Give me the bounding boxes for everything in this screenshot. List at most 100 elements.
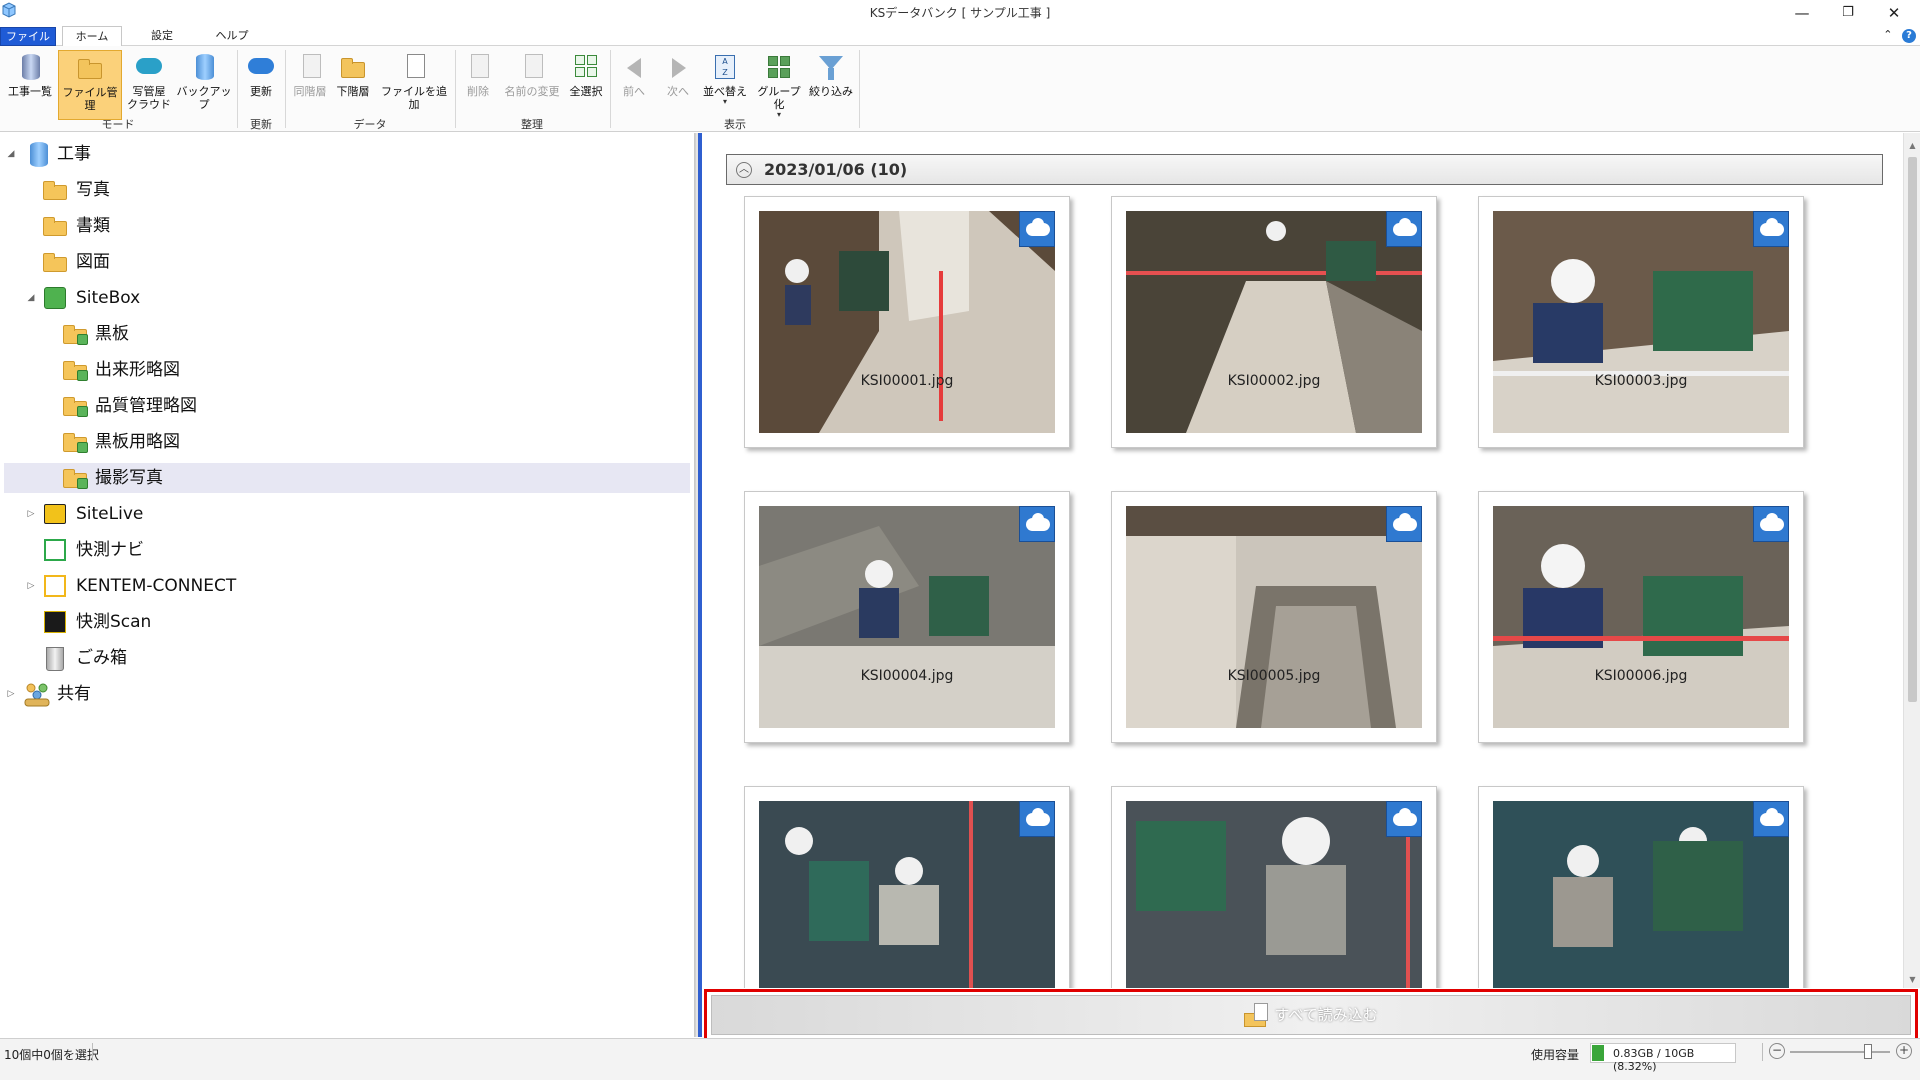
ribbon: 工事一覧 ファイル管理 写管屋 クラウド バックアップ モード 更新 更新 同階…: [0, 46, 1920, 132]
photo-thumbnail: [1126, 801, 1422, 988]
selection-status: 10個中0個を選択: [4, 1048, 99, 1062]
filter-button[interactable]: 絞り込み: [808, 50, 854, 120]
sort-button[interactable]: AZ 並べ替え ▾: [702, 50, 748, 120]
delete-button[interactable]: 削除: [460, 50, 496, 120]
cloud-sync-icon: [1386, 506, 1422, 542]
sitebox-icon: [44, 287, 66, 309]
photo-thumbnail: [1493, 211, 1789, 433]
tree-item-kaisoku-navi[interactable]: 快測ナビ: [0, 535, 690, 565]
pane-splitter-handle[interactable]: [698, 133, 702, 1037]
photo-card[interactable]: [744, 786, 1070, 988]
load-all-button[interactable]: すべて読み込む: [711, 995, 1911, 1035]
photo-card[interactable]: [744, 491, 1070, 743]
tab-file[interactable]: ファイル: [0, 27, 56, 46]
tab-home[interactable]: ホーム: [62, 26, 122, 47]
group-button[interactable]: グループ化 ▾: [752, 50, 806, 120]
load-all-highlight: すべて読み込む: [704, 989, 1918, 1041]
sitelive-icon: [44, 504, 66, 524]
rename-button[interactable]: 名前の変更: [500, 50, 564, 120]
close-button[interactable]: ✕: [1874, 2, 1914, 24]
tree-item-trash[interactable]: ごみ箱: [0, 643, 690, 673]
refresh-cloud-icon: [246, 52, 276, 82]
tree-item-photos[interactable]: 写真: [0, 175, 690, 205]
next-button[interactable]: 次へ: [660, 50, 696, 120]
usage-label: 使用容量: [1531, 1048, 1580, 1062]
file-management-button[interactable]: ファイル管理: [58, 50, 122, 120]
trash-icon: [46, 647, 64, 671]
same-level-icon: [295, 52, 325, 82]
tree-item-shared[interactable]: ▷ 共有: [0, 679, 690, 709]
tree-item-kaisoku-scan[interactable]: 快測Scan: [0, 607, 690, 637]
tree-item-quality-sketch[interactable]: 品質管理略図: [0, 391, 690, 421]
ribbon-tab-row: ファイル ホーム 設定 ヘルプ ⌃ ?: [0, 24, 1920, 47]
zoom-slider-track[interactable]: [1790, 1051, 1890, 1053]
date-group-header[interactable]: ︿ 2023/01/06 (10): [726, 154, 1883, 185]
chevron-up-icon[interactable]: ︿: [736, 162, 752, 178]
delete-icon: [463, 52, 493, 82]
expand-icon[interactable]: ▷: [26, 571, 36, 601]
usage-text: 0.83GB / 10GB (8.32%): [1613, 1047, 1695, 1073]
tree-item-kentem-connect[interactable]: ▷ KENTEM-CONNECT: [0, 571, 690, 601]
status-separator: [1762, 1043, 1763, 1061]
load-files-icon: [1244, 1002, 1270, 1029]
gallery-scrollbar[interactable]: ▲ ▼: [1903, 133, 1920, 988]
select-all-button[interactable]: 全選択: [566, 50, 606, 120]
tree-item-project[interactable]: ◢ 工事: [0, 139, 690, 169]
group-label-refresh: 更新: [250, 118, 272, 131]
tree-item-drawings[interactable]: 図面: [0, 247, 690, 277]
ribbon-collapse-icon[interactable]: ⌃: [1883, 28, 1892, 41]
backup-button[interactable]: バックアップ: [175, 50, 233, 120]
scroll-up-icon[interactable]: ▲: [1904, 137, 1920, 154]
same-level-button[interactable]: 同階層: [290, 50, 330, 120]
project-list-icon: [15, 52, 45, 82]
expand-icon[interactable]: ▷: [6, 679, 16, 709]
restore-button[interactable]: ❐: [1828, 2, 1868, 24]
photo-card[interactable]: [744, 196, 1070, 448]
zoom-in-button[interactable]: +: [1896, 1043, 1912, 1059]
photo-card[interactable]: [1478, 196, 1804, 448]
photo-card[interactable]: [1111, 786, 1437, 988]
group-icon: [764, 52, 794, 82]
status-bar: 10個中0個を選択 使用容量 0.83GB / 10GB (8.32%) − +: [0, 1038, 1920, 1080]
minimize-button[interactable]: —: [1782, 2, 1822, 24]
zoom-slider-thumb[interactable]: [1864, 1044, 1872, 1059]
group-label-organize: 整理: [521, 118, 543, 131]
photo-card[interactable]: [1478, 786, 1804, 988]
photo-cloud-button[interactable]: 写管屋 クラウド: [125, 50, 173, 120]
tree-item-blackboard[interactable]: 黒板: [0, 319, 690, 349]
photo-card[interactable]: [1111, 196, 1437, 448]
photo-card[interactable]: [1111, 491, 1437, 743]
tab-settings[interactable]: 設定: [134, 26, 190, 46]
folder-tree: ◢ 工事 写真 書類 図面 ◢ SiteBox 黒板 出来形略図 品質管理略図 …: [0, 133, 695, 1037]
photo-card[interactable]: [1478, 491, 1804, 743]
refresh-button[interactable]: 更新: [242, 50, 280, 120]
ribbon-separator: [859, 50, 860, 128]
tree-item-documents[interactable]: 書類: [0, 211, 690, 241]
photo-cloud-icon: [134, 52, 164, 82]
scrollbar-thumb[interactable]: [1908, 157, 1917, 702]
tree-item-sitebox[interactable]: ◢ SiteBox: [0, 283, 690, 313]
expand-icon[interactable]: ▷: [26, 499, 36, 529]
photo-caption: KSI00004.jpg: [860, 668, 954, 684]
add-file-button[interactable]: ファイルを追加: [376, 50, 452, 120]
rename-icon: [517, 52, 547, 82]
zoom-out-button[interactable]: −: [1769, 1043, 1785, 1059]
help-icon[interactable]: ?: [1902, 29, 1916, 43]
photo-thumbnail: [1126, 211, 1422, 433]
project-list-button[interactable]: 工事一覧: [4, 50, 56, 120]
collapse-icon[interactable]: ◢: [6, 139, 16, 169]
project-cylinder-icon: [26, 142, 50, 168]
scroll-down-icon[interactable]: ▼: [1904, 971, 1920, 988]
tree-item-as-built-sketch[interactable]: 出来形略図: [0, 355, 690, 385]
tree-item-captured-photos[interactable]: 撮影写真: [4, 463, 690, 493]
collapse-icon[interactable]: ◢: [26, 283, 36, 313]
window-title: KSデータバンク [ サンプル工事 ]: [869, 6, 1051, 20]
tree-item-sitelive[interactable]: ▷ SiteLive: [0, 499, 690, 529]
tab-help[interactable]: ヘルプ: [204, 26, 260, 46]
tree-item-blackboard-sketch[interactable]: 黒板用略図: [0, 427, 690, 457]
prev-button[interactable]: 前へ: [616, 50, 652, 120]
photo-caption: KSI00002.jpg: [1227, 373, 1321, 389]
lower-level-button[interactable]: 下階層: [333, 50, 373, 120]
status-separator: [92, 1043, 93, 1061]
photo-caption: KSI00005.jpg: [1227, 668, 1321, 684]
